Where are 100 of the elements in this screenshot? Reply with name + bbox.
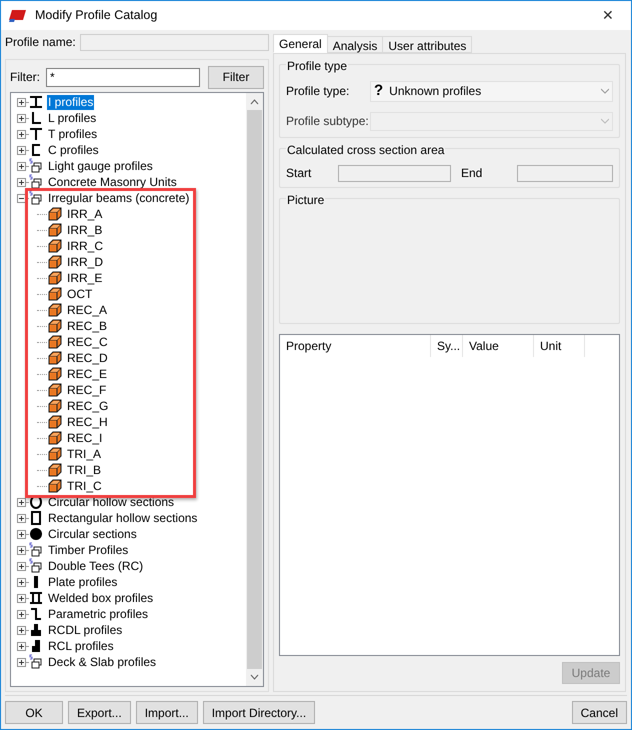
tree-item[interactable]: L profiles — [47, 110, 98, 126]
cube-icon — [47, 382, 63, 398]
dialog-button[interactable]: OK — [5, 701, 63, 724]
dialog-button[interactable]: Import... — [136, 701, 198, 724]
tab[interactable]: User attributes — [382, 36, 472, 53]
zee-icon — [28, 606, 44, 622]
tree-item[interactable]: REC_F — [66, 382, 108, 398]
tree-item[interactable]: RCL profiles — [47, 638, 115, 654]
expand-icon[interactable] — [17, 498, 26, 506]
tree-item[interactable]: IRR_A — [66, 206, 104, 222]
filter-field[interactable]: * — [46, 68, 200, 86]
tree-item[interactable]: REC_G — [66, 398, 110, 414]
expand-icon[interactable] — [17, 146, 26, 154]
tree-item[interactable]: C profiles — [47, 142, 100, 158]
tree-item[interactable]: REC_H — [66, 414, 109, 430]
tee-icon — [28, 126, 44, 142]
library-icon — [28, 654, 44, 670]
cube-icon — [47, 366, 63, 382]
dialog-button[interactable]: Import Directory... — [202, 701, 316, 724]
tree-item[interactable]: REC_D — [66, 350, 109, 366]
tree-item[interactable]: IRR_C — [66, 238, 104, 254]
expand-icon[interactable] — [17, 578, 26, 586]
tree-item[interactable]: IRR_E — [66, 270, 104, 286]
chevron-down-icon — [601, 118, 609, 124]
expand-icon[interactable] — [17, 562, 26, 570]
profile-type-dropdown[interactable]: ? Unknown profiles — [370, 80, 613, 102]
tree-item[interactable]: TRI_B — [66, 462, 102, 478]
library-icon — [28, 174, 44, 190]
tree-item[interactable]: T profiles — [47, 126, 98, 142]
window-title: Modify Profile Catalog — [35, 7, 158, 24]
tree-item[interactable]: Circular sections — [47, 526, 138, 542]
cube-icon — [47, 286, 63, 302]
tree-item[interactable]: REC_C — [66, 334, 109, 350]
tree-item[interactable]: OCT — [66, 286, 94, 302]
expand-icon[interactable] — [17, 610, 26, 618]
disc-icon — [28, 526, 44, 542]
scrollbar[interactable] — [246, 93, 263, 686]
tree-item[interactable]: Plate profiles — [47, 574, 118, 590]
tree-item[interactable]: TRI_C — [66, 478, 103, 494]
tree-item[interactable]: Concrete Masonry Units — [47, 174, 178, 190]
tree-item[interactable]: Irregular beams (concrete) — [47, 190, 190, 206]
start-area-field[interactable] — [338, 164, 451, 182]
expand-icon[interactable] — [17, 658, 26, 666]
expand-icon[interactable] — [17, 98, 26, 106]
rectangle-icon — [28, 510, 44, 526]
tree-item[interactable]: Circular hollow sections — [47, 494, 176, 510]
tab[interactable]: General — [273, 34, 328, 53]
tree-item[interactable]: RCDL profiles — [47, 622, 124, 638]
expand-icon[interactable] — [17, 530, 26, 538]
expand-icon[interactable] — [17, 642, 26, 650]
expand-icon[interactable] — [17, 514, 26, 522]
app-icon — [9, 8, 27, 22]
tab[interactable]: Analysis — [326, 36, 384, 53]
close-button[interactable]: ✕ — [593, 5, 623, 26]
column-header[interactable]: Sy... — [431, 335, 463, 357]
tree-item[interactable]: I profiles — [47, 94, 94, 110]
field-label: Filter: — [10, 69, 40, 86]
tree-item[interactable]: Light gauge profiles — [47, 158, 154, 174]
tree-item[interactable]: IRR_B — [66, 222, 104, 238]
expand-icon[interactable] — [17, 162, 26, 170]
dialog-button[interactable]: Export... — [68, 701, 131, 724]
field-label: Profile subtype: — [286, 113, 370, 130]
cube-icon — [47, 206, 63, 222]
expand-icon[interactable] — [17, 130, 26, 138]
cube-icon — [47, 414, 63, 430]
library-icon — [28, 558, 44, 574]
cube-icon — [47, 334, 63, 350]
cube-icon — [47, 302, 63, 318]
field-label: Profile type: — [286, 83, 350, 100]
scrollbar-thumb[interactable] — [247, 110, 262, 669]
tree-item[interactable]: REC_B — [66, 318, 108, 334]
tree-item[interactable]: Parametric profiles — [47, 606, 150, 622]
tree-item[interactable]: Welded box profiles — [47, 590, 154, 606]
property-list[interactable]: Property Sy... Value Unit — [279, 334, 620, 656]
tree-item[interactable]: REC_A — [66, 302, 108, 318]
end-area-field[interactable] — [517, 164, 613, 182]
tree-item[interactable]: REC_I — [66, 430, 104, 446]
field-label: Profile name: — [5, 34, 76, 51]
tree-item[interactable]: REC_E — [66, 366, 108, 382]
tree-item[interactable]: Deck & Slab profiles — [47, 654, 158, 670]
tree-item[interactable]: Rectangular hollow sections — [47, 510, 198, 526]
question-mark-icon: ? — [374, 80, 384, 102]
dialog-button[interactable]: Cancel — [572, 701, 627, 724]
cube-icon — [47, 478, 63, 494]
filter-button[interactable]: Filter — [208, 66, 264, 88]
cube-icon — [47, 238, 63, 254]
expand-icon[interactable] — [17, 594, 26, 602]
column-header[interactable]: Value — [463, 335, 534, 357]
column-header[interactable]: Property — [280, 335, 431, 357]
expand-icon[interactable] — [17, 178, 26, 186]
expand-icon[interactable] — [17, 546, 26, 554]
expand-icon[interactable] — [17, 114, 26, 122]
cube-icon — [47, 318, 63, 334]
tree-item[interactable]: Timber Profiles — [47, 542, 130, 558]
tree-item[interactable]: TRI_A — [66, 446, 102, 462]
library-icon — [28, 542, 44, 558]
expand-icon[interactable] — [17, 626, 26, 634]
column-header[interactable]: Unit — [534, 335, 585, 357]
tree-item[interactable]: IRR_D — [66, 254, 104, 270]
tree-item[interactable]: Double Tees (RC) — [47, 558, 144, 574]
